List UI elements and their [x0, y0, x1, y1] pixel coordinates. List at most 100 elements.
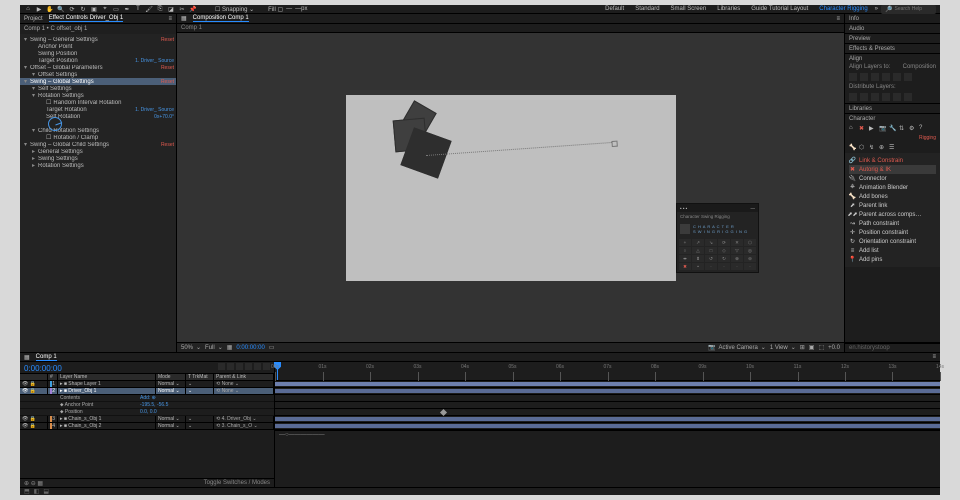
camera-tool-icon[interactable]: ▣ — [90, 5, 98, 13]
timeline-layer-row[interactable]: 👁 🔒3▸ ■ Chain_s_Obj 1Normal ⌄⌄⟲ 4. Drive… — [20, 416, 274, 423]
transparency-grid-icon[interactable]: ▦ — [227, 344, 233, 351]
tl-shy-icon[interactable] — [227, 363, 234, 370]
timecode-display[interactable]: 0:00:00:00 — [20, 362, 66, 373]
plugin-panel[interactable]: • • • — Character Swing Rigging C H A R … — [676, 203, 759, 273]
layer-duration-bar[interactable] — [275, 417, 940, 421]
tab-align[interactable]: Align — [845, 54, 940, 63]
duik-sub-1-icon[interactable]: 🦴 — [849, 144, 856, 151]
toggle-switches-modes[interactable]: Toggle Switches / Modes — [204, 480, 270, 486]
plugin-grid-button[interactable]: + — [679, 239, 691, 246]
duik-cam-icon[interactable]: 📷 — [879, 125, 886, 132]
align-vcenter-icon[interactable] — [893, 73, 901, 81]
dist-4-icon[interactable] — [882, 93, 890, 101]
comp-panel-label[interactable]: Composition Comp 1 — [193, 15, 249, 22]
duik-item[interactable]: 🔗Link & Constrain — [849, 156, 936, 165]
help-search[interactable]: 🔎 — [881, 5, 936, 14]
duik-sub-5-icon[interactable]: ☰ — [889, 144, 896, 151]
plugin-grid-button[interactable]: · — [744, 263, 756, 270]
type-tool-icon[interactable]: T — [134, 5, 142, 13]
plugin-grid-button[interactable]: ▽ — [731, 247, 743, 254]
plugin-grid-button[interactable]: ◇ — [718, 247, 730, 254]
workspace-default[interactable]: Default — [601, 5, 628, 13]
panel-libraries[interactable]: Libraries — [845, 104, 940, 113]
duik-item[interactable]: ✖Autorig & IK — [849, 165, 936, 174]
eraser-tool-icon[interactable]: ◪ — [167, 5, 175, 13]
ec-property-row[interactable]: ▾Swing – Global Child SettingsReset — [20, 141, 176, 148]
col-name[interactable]: Layer Name — [58, 374, 156, 380]
track-row[interactable] — [275, 409, 940, 416]
align-to-dropdown[interactable]: Composition — [903, 64, 936, 70]
duik-item[interactable]: ✛Position constraint — [849, 228, 936, 237]
ec-property-row[interactable]: Target Rotation1. Driver_ Source — [20, 106, 176, 113]
tl-3d-icon[interactable] — [263, 363, 270, 370]
panel-effects-presets[interactable]: Effects & Presets — [845, 44, 940, 53]
workspace-libraries[interactable]: Libraries — [713, 5, 744, 13]
plugin-grid-button[interactable]: ↺ — [705, 255, 717, 262]
duik-item[interactable]: ↻Orientation constraint — [849, 237, 936, 246]
exposure-value[interactable]: +0.0 — [828, 345, 840, 351]
align-bottom-icon[interactable] — [904, 73, 912, 81]
zoom-tool-icon[interactable]: 🔍 — [57, 5, 65, 13]
ec-property-row[interactable]: ▾Rotation Settings — [20, 92, 176, 99]
duik-anim-icon[interactable]: ▶ — [869, 125, 876, 132]
ec-property-row[interactable]: Swing Position — [20, 50, 176, 57]
track-row[interactable] — [275, 381, 940, 388]
ec-property-row[interactable]: ▸Swing Settings — [20, 155, 176, 162]
plugin-grid-button[interactable]: ⬡ — [744, 239, 756, 246]
ec-property-row[interactable]: ☐Rotation / Clamp — [20, 134, 176, 141]
panel-grip-icon[interactable]: ▦ — [24, 354, 30, 361]
orbit-tool-icon[interactable]: ⟳ — [68, 5, 76, 13]
track-row[interactable] — [275, 416, 940, 423]
pan-behind-tool-icon[interactable]: ⌖ — [101, 5, 109, 13]
col-mode[interactable]: Mode — [156, 374, 186, 380]
keyframe-icon[interactable] — [440, 409, 447, 416]
workspace-standard[interactable]: Standard — [631, 5, 663, 13]
tl-foot-icons[interactable]: ⊕ ⊖ ▦ — [24, 480, 43, 487]
plugin-grid-button[interactable]: △ — [692, 247, 704, 254]
time-ruler[interactable]: 00s01s02s03s04s05s06s07s08s09s10s11s12s1… — [275, 362, 940, 381]
puppet-tool-icon[interactable]: 📌 — [189, 5, 197, 13]
layer-contents-row[interactable]: ContentsAdd: ⊕ — [20, 395, 274, 402]
duik-help-icon[interactable]: ? — [919, 125, 926, 132]
ec-property-row[interactable]: ▾Offset – Global ParametersReset — [20, 64, 176, 71]
align-left-icon[interactable] — [849, 73, 857, 81]
plugin-close-icon[interactable]: — — [751, 206, 756, 211]
viewer-timecode[interactable]: 0:00:00:00 — [236, 345, 264, 351]
duik-item[interactable]: ⎈Animation Blender — [849, 183, 936, 192]
views-dropdown[interactable]: 1 View ⌄ — [770, 344, 796, 351]
layer-property-row[interactable]: ⬥ Position0.0, 0.0 — [20, 409, 274, 416]
workspace-character-rigging[interactable]: Character Rigging — [815, 5, 871, 13]
align-hcenter-icon[interactable] — [860, 73, 868, 81]
timeline-track-pane[interactable]: 00s01s02s03s04s05s06s07s08s09s10s11s12s1… — [275, 362, 940, 487]
dist-1-icon[interactable] — [849, 93, 857, 101]
layer-property-row[interactable]: ⬥ Anchor Point-195.5, -56.5 — [20, 402, 274, 409]
duik-item[interactable]: 📍Add pins — [849, 255, 936, 264]
selection-tool-icon[interactable]: ▶ — [35, 5, 43, 13]
snapping-toggle[interactable]: ☐ Snapping ⌄ — [215, 6, 254, 13]
duik-sub-2-icon[interactable]: ⬡ — [859, 144, 866, 151]
brush-tool-icon[interactable]: 🖌 — [145, 5, 153, 13]
layer-duration-bar[interactable] — [275, 389, 940, 393]
timeline-layer-row[interactable]: 👁 🔒4▸ ■ Chain_s_Obj 2Normal ⌄⌄⟲ 3. Chain… — [20, 423, 274, 430]
align-top-icon[interactable] — [882, 73, 890, 81]
dist-6-icon[interactable] — [904, 93, 912, 101]
plugin-grid-button[interactable]: ↗ — [692, 239, 704, 246]
duik-home-icon[interactable]: ⌂ — [849, 125, 856, 132]
ec-property-row[interactable]: ▾Swing – Global SettingsReset — [20, 78, 176, 85]
plugin-grid-button[interactable]: · — [705, 263, 717, 270]
ec-property-row[interactable]: ▾Swing – General SettingsReset — [20, 36, 176, 43]
duik-rig-icon[interactable]: ✖ — [859, 125, 866, 132]
duik-sub-3-icon[interactable]: ↯ — [869, 144, 876, 151]
tl-mb-icon[interactable] — [245, 363, 252, 370]
duik-item[interactable]: ≡Add list — [849, 246, 936, 255]
track-row[interactable] — [275, 395, 940, 402]
plugin-grid-button[interactable]: ◎ — [744, 247, 756, 254]
duik-item[interactable]: ↝Path constraint — [849, 219, 936, 228]
roto-tool-icon[interactable]: ✂ — [178, 5, 186, 13]
timeline-layer-row[interactable]: 👁 🔒2▸ ■ Driver_Obj 1Normal ⌄⌄⟲ None ⌄ — [20, 388, 274, 395]
canvas[interactable] — [346, 95, 676, 281]
plugin-grid-button[interactable]: ↘ — [705, 239, 717, 246]
roi-icon[interactable]: ▭ — [269, 344, 275, 351]
comp-mini-flowchart[interactable]: Comp 1 — [177, 24, 844, 33]
track-row[interactable] — [275, 423, 940, 430]
